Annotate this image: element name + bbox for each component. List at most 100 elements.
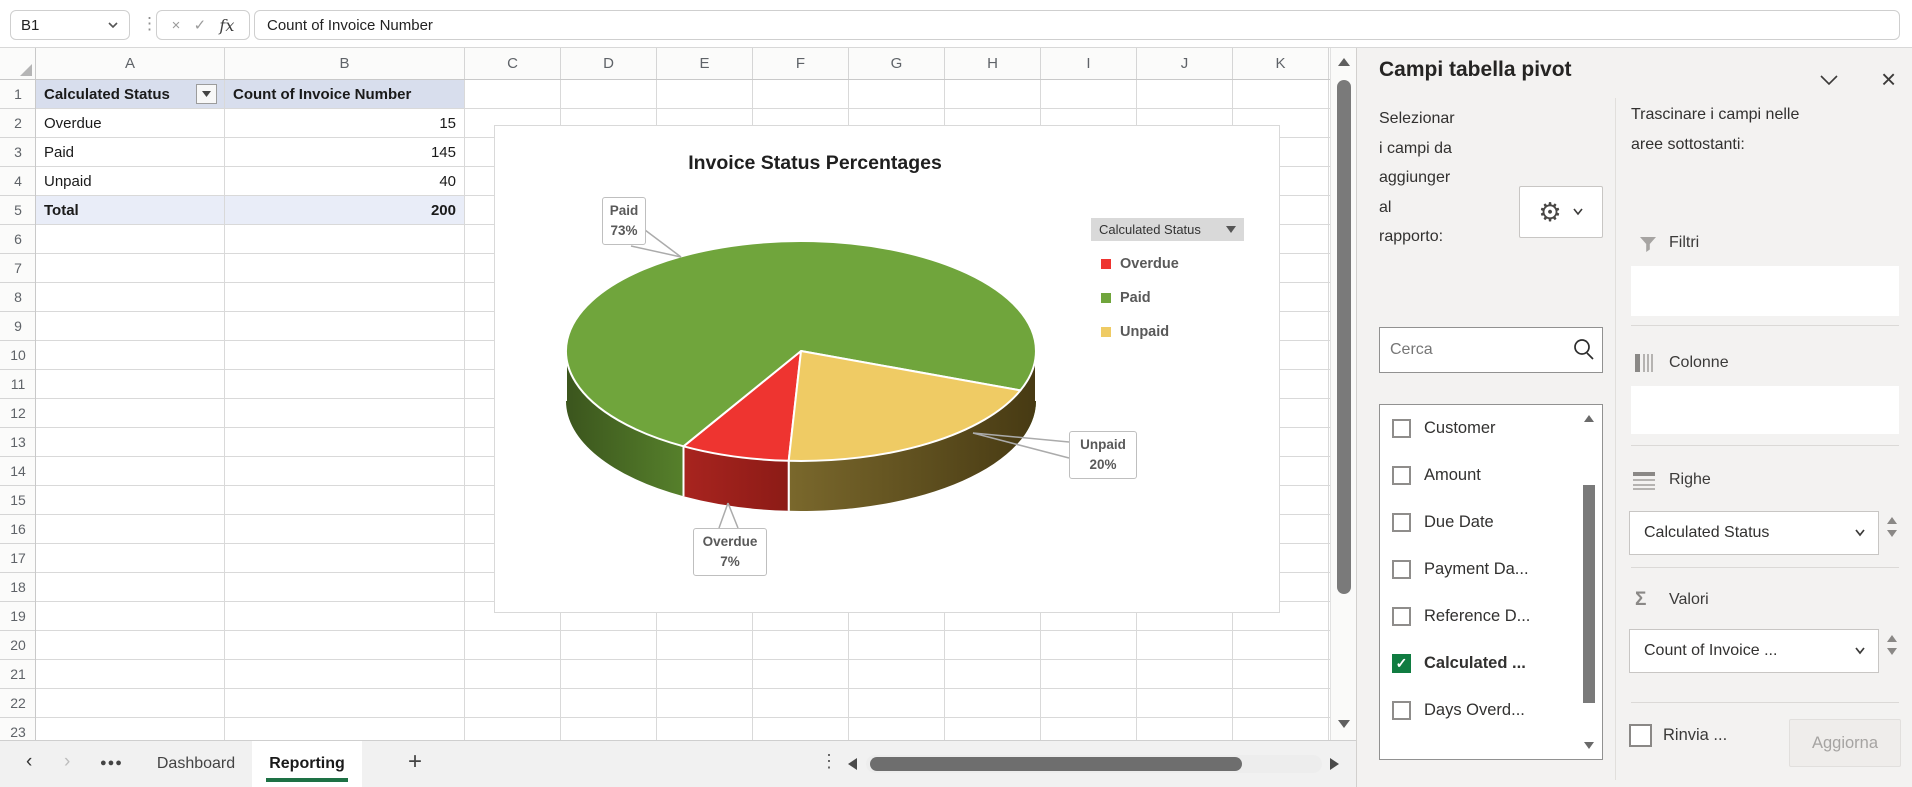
row-header-4[interactable]: 4 bbox=[0, 167, 35, 196]
rows-chip-spinner[interactable] bbox=[1887, 517, 1897, 537]
data-label-overdue[interactable]: Overdue 7% bbox=[693, 528, 767, 576]
scroll-right-icon[interactable] bbox=[1330, 758, 1339, 770]
row-header-18[interactable]: 18 bbox=[0, 573, 35, 602]
column-header-H[interactable]: H bbox=[945, 48, 1041, 79]
column-header-D[interactable]: D bbox=[561, 48, 657, 79]
scrollbar-handle-icon[interactable]: ⋮ bbox=[820, 751, 838, 772]
field-checkbox[interactable] bbox=[1392, 560, 1411, 579]
list-scroll-up-icon[interactable] bbox=[1584, 415, 1594, 422]
column-header-E[interactable]: E bbox=[657, 48, 753, 79]
row-header-12[interactable]: 12 bbox=[0, 399, 35, 428]
field-checkbox[interactable] bbox=[1392, 513, 1411, 532]
spinner-down-icon[interactable] bbox=[1887, 530, 1897, 537]
pivot-cell-status[interactable]: Paid bbox=[36, 138, 225, 167]
select-all-corner[interactable] bbox=[0, 48, 36, 79]
vertical-scroll-thumb[interactable] bbox=[1337, 80, 1351, 594]
legend-item-paid[interactable]: Paid bbox=[1101, 287, 1261, 309]
row-header-16[interactable]: 16 bbox=[0, 515, 35, 544]
row-header-1[interactable]: 1 bbox=[0, 80, 35, 109]
spinner-up-icon[interactable] bbox=[1887, 635, 1897, 642]
row-header-11[interactable]: 11 bbox=[0, 370, 35, 399]
scroll-down-icon[interactable] bbox=[1338, 720, 1350, 728]
field-item-referenced[interactable]: Reference D... bbox=[1380, 593, 1602, 640]
data-label-unpaid[interactable]: Unpaid 20% bbox=[1069, 431, 1137, 479]
enter-icon[interactable]: ✓ bbox=[194, 16, 207, 34]
row-header-6[interactable]: 6 bbox=[0, 225, 35, 254]
legend-item-overdue[interactable]: Overdue bbox=[1101, 253, 1261, 275]
formula-input[interactable]: Count of Invoice Number bbox=[254, 10, 1900, 40]
pivot-total-value[interactable]: 200 bbox=[225, 196, 465, 225]
field-checkbox[interactable] bbox=[1392, 701, 1411, 720]
search-field[interactable] bbox=[1379, 327, 1603, 373]
column-header-J[interactable]: J bbox=[1137, 48, 1233, 79]
row-header-17[interactable]: 17 bbox=[0, 544, 35, 573]
pivot-cell-status[interactable]: Unpaid bbox=[36, 167, 225, 196]
field-checkbox[interactable] bbox=[1392, 419, 1411, 438]
row-header-3[interactable]: 3 bbox=[0, 138, 35, 167]
all-sheets-icon[interactable]: ●●● bbox=[100, 757, 123, 769]
row-header-9[interactable]: 9 bbox=[0, 312, 35, 341]
row-header-13[interactable]: 13 bbox=[0, 428, 35, 457]
column-header-B[interactable]: B bbox=[225, 48, 465, 79]
row-header-10[interactable]: 10 bbox=[0, 341, 35, 370]
pivot-cell-count[interactable]: 15 bbox=[225, 109, 465, 138]
field-item-daysoverd[interactable]: Days Overd... bbox=[1380, 687, 1602, 734]
pivot-header-row-label[interactable]: Calculated Status bbox=[36, 80, 225, 109]
field-checkbox[interactable]: ✓ bbox=[1392, 654, 1411, 673]
search-input[interactable] bbox=[1390, 341, 1568, 359]
list-scroll-thumb[interactable] bbox=[1583, 485, 1595, 703]
scroll-left-icon[interactable] bbox=[848, 758, 857, 770]
column-header-K[interactable]: K bbox=[1233, 48, 1329, 79]
tools-button[interactable]: ⚙ bbox=[1519, 186, 1603, 238]
name-box[interactable]: B1 bbox=[10, 10, 130, 40]
row-header-20[interactable]: 20 bbox=[0, 631, 35, 660]
columns-drop-area[interactable] bbox=[1631, 386, 1899, 434]
pivot-cell-count[interactable]: 145 bbox=[225, 138, 465, 167]
row-header-14[interactable]: 14 bbox=[0, 457, 35, 486]
pane-close-icon[interactable]: × bbox=[1881, 64, 1896, 95]
values-field-chip[interactable]: Count of Invoice ... bbox=[1629, 629, 1879, 673]
field-checkbox[interactable] bbox=[1392, 607, 1411, 626]
row-header-2[interactable]: 2 bbox=[0, 109, 35, 138]
field-item-duedate[interactable]: Due Date bbox=[1380, 499, 1602, 546]
name-box-chevron-icon[interactable] bbox=[107, 21, 119, 29]
spinner-down-icon[interactable] bbox=[1887, 648, 1897, 655]
column-header-I[interactable]: I bbox=[1041, 48, 1137, 79]
row-header-22[interactable]: 22 bbox=[0, 689, 35, 718]
field-item-calculated[interactable]: ✓ Calculated ... bbox=[1380, 640, 1602, 687]
column-header-G[interactable]: G bbox=[849, 48, 945, 79]
spinner-up-icon[interactable] bbox=[1887, 517, 1897, 524]
cancel-icon[interactable]: × bbox=[172, 17, 181, 34]
next-sheet-icon[interactable]: › bbox=[64, 751, 70, 773]
horizontal-scroll-thumb[interactable] bbox=[870, 757, 1242, 771]
scroll-up-icon[interactable] bbox=[1338, 58, 1350, 66]
pivot-cell-status[interactable]: Overdue bbox=[36, 109, 225, 138]
sheet-tab-dashboard[interactable]: Dashboard bbox=[142, 741, 250, 787]
update-button[interactable]: Aggiorna bbox=[1789, 719, 1901, 767]
pivot-header-value-label[interactable]: Count of Invoice Number bbox=[225, 80, 465, 109]
pane-collapse-chevron-icon[interactable] bbox=[1819, 74, 1839, 86]
row-header-21[interactable]: 21 bbox=[0, 660, 35, 689]
row-header-8[interactable]: 8 bbox=[0, 283, 35, 312]
pivot-cell-count[interactable]: 40 bbox=[225, 167, 465, 196]
filters-drop-area[interactable] bbox=[1631, 266, 1899, 316]
list-scroll-down-icon[interactable] bbox=[1584, 742, 1594, 749]
rows-field-chip[interactable]: Calculated Status bbox=[1629, 511, 1879, 555]
row-header-5[interactable]: 5 bbox=[0, 196, 35, 225]
column-header-C[interactable]: C bbox=[465, 48, 561, 79]
row-header-15[interactable]: 15 bbox=[0, 486, 35, 515]
legend-item-unpaid[interactable]: Unpaid bbox=[1101, 321, 1261, 343]
field-checkbox[interactable] bbox=[1392, 466, 1411, 485]
prev-sheet-icon[interactable]: ‹ bbox=[26, 751, 32, 773]
row-header-7[interactable]: 7 bbox=[0, 254, 35, 283]
defer-layout-checkbox[interactable] bbox=[1629, 724, 1652, 747]
column-header-A[interactable]: A bbox=[36, 48, 225, 79]
data-label-paid[interactable]: Paid 73% bbox=[602, 197, 646, 245]
row-header-23[interactable]: 23 bbox=[0, 718, 35, 740]
insert-function-icon[interactable]: fx bbox=[219, 16, 234, 35]
column-header-F[interactable]: F bbox=[753, 48, 849, 79]
row-header-19[interactable]: 19 bbox=[0, 602, 35, 631]
field-item-customer[interactable]: Customer bbox=[1380, 405, 1602, 452]
sheet-tab-reporting[interactable]: Reporting bbox=[252, 741, 362, 787]
pivot-filter-dropdown-icon[interactable] bbox=[196, 84, 217, 104]
